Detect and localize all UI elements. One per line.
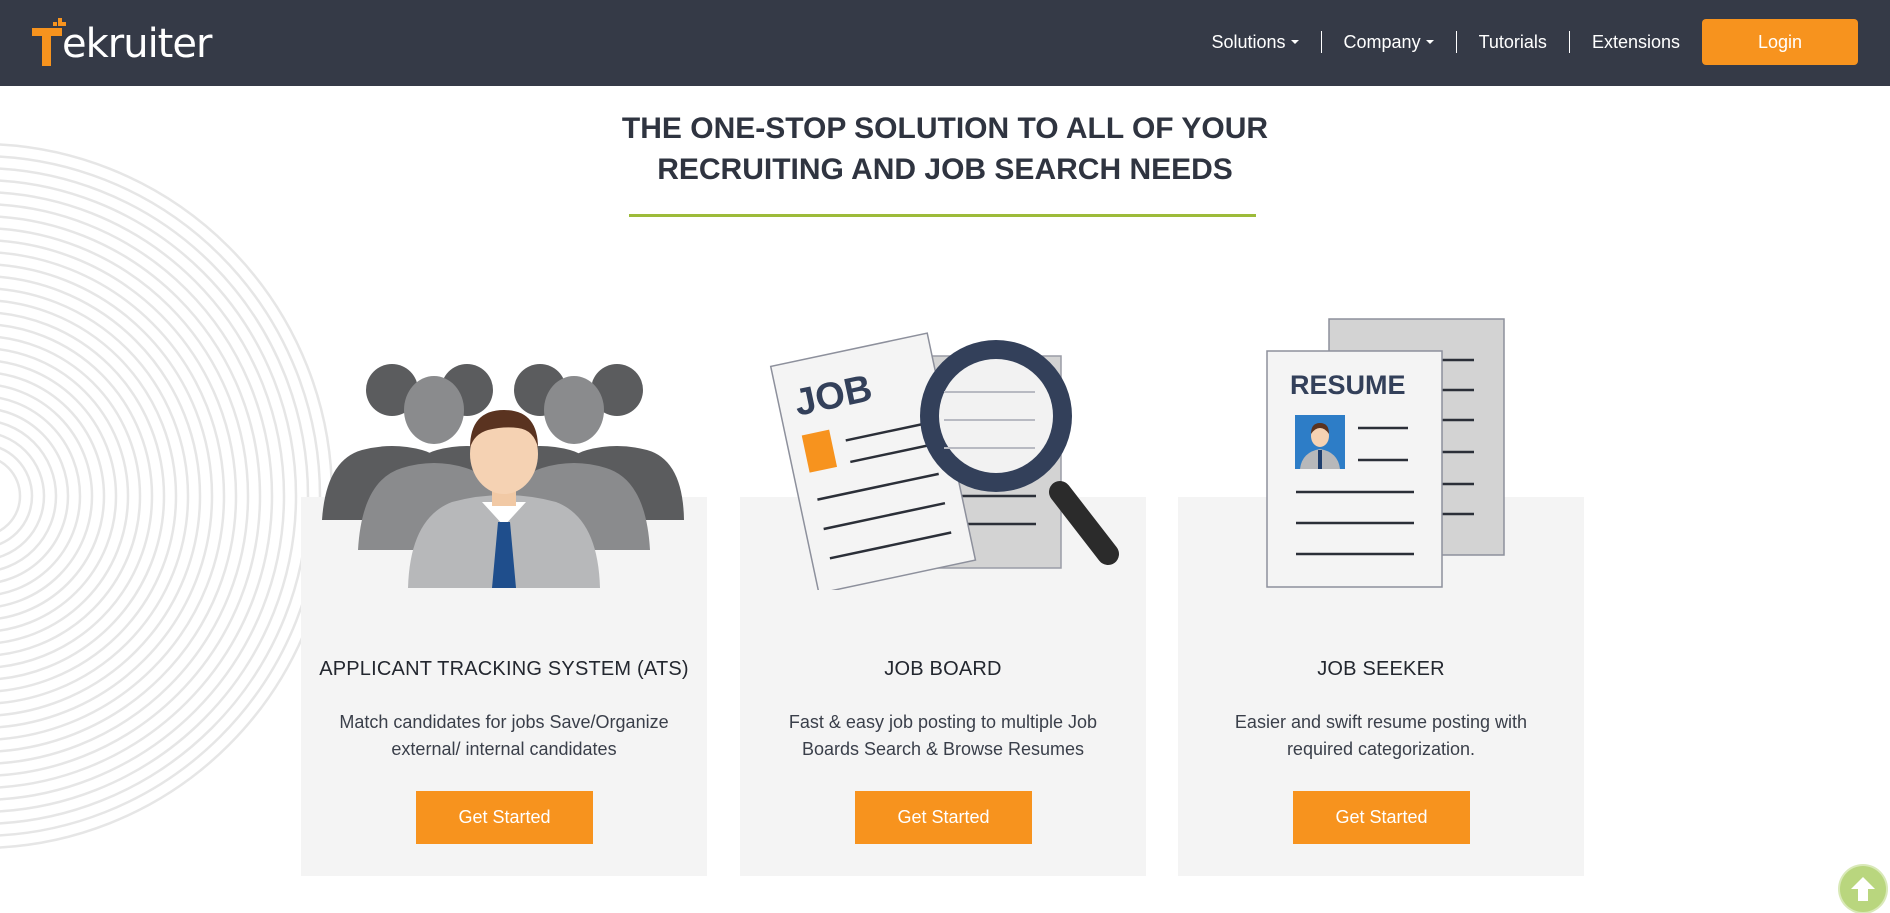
arrow-up-icon [1851,877,1875,901]
resume-document-icon: RESUME [1266,318,1505,588]
card-ats-title: APPLICANT TRACKING SYSTEM (ATS) [319,658,689,680]
card-job-seeker-title: JOB SEEKER [1317,658,1445,680]
card-ats-desc-line2: external/ internal candidates [391,739,617,759]
nav-solutions-label: Solutions [1211,32,1286,52]
nav-company-label: Company [1343,32,1421,52]
page-headline: THE ONE-STOP SOLUTION TO ALL OF YOUR REC… [0,108,1890,190]
caret-down-icon [1290,40,1299,44]
card-job-board-desc-line2: Boards Search & Browse Resumes [801,739,1085,759]
card-job-board-title: JOB BOARD [884,658,1002,680]
job-search-icon: JOB [769,332,1119,590]
main-nav: Solutions Company Tutorials Extensions L… [1189,19,1858,65]
headline-line-2: RECRUITING AND JOB SEARCH NEEDS [657,153,1233,186]
login-button[interactable]: Login [1702,19,1858,65]
nav-tutorials-label: Tutorials [1478,32,1547,52]
headline-underline [629,214,1256,217]
caret-down-icon [1425,40,1434,44]
headline-line-1: THE ONE-STOP SOLUTION TO ALL OF YOUR [621,112,1269,145]
logo-wordmark: ekruiter [62,21,212,67]
nav-tutorials[interactable]: Tutorials [1455,31,1569,53]
nav-company[interactable]: Company [1320,31,1456,53]
resume-doc-label: RESUME [1290,370,1406,400]
ats-get-started-button[interactable]: Get Started [416,791,593,844]
job-board-get-started-button[interactable]: Get Started [855,791,1032,844]
nav-extensions[interactable]: Extensions [1568,31,1702,53]
card-job-board-desc-line1: Fast & easy job posting to multiple Job [788,712,1098,732]
tekruiter-logo[interactable]: ekruiter [32,18,212,67]
logo-t-mark [32,18,66,66]
job-seeker-get-started-button[interactable]: Get Started [1293,791,1470,844]
card-job-seeker-desc-line2: required categorization. [1286,739,1476,759]
card-job-board-description: Fast & easy job posting to multiple Job … [760,709,1126,763]
scroll-to-top-button[interactable] [1840,866,1886,912]
card-job-seeker-description: Easier and swift resume posting with req… [1198,709,1564,763]
top-navbar: ekruiter Solutions Company Tutorials Ext… [0,0,1890,86]
nav-solutions[interactable]: Solutions [1189,31,1320,53]
card-ats-desc-line1: Match candidates for jobs Save/Organize [339,712,669,732]
nav-extensions-label: Extensions [1591,32,1680,52]
card-job-seeker-desc-line1: Easier and swift resume posting with [1234,712,1528,732]
people-group-icon [322,364,684,588]
card-ats-description: Match candidates for jobs Save/Organize … [321,709,687,763]
